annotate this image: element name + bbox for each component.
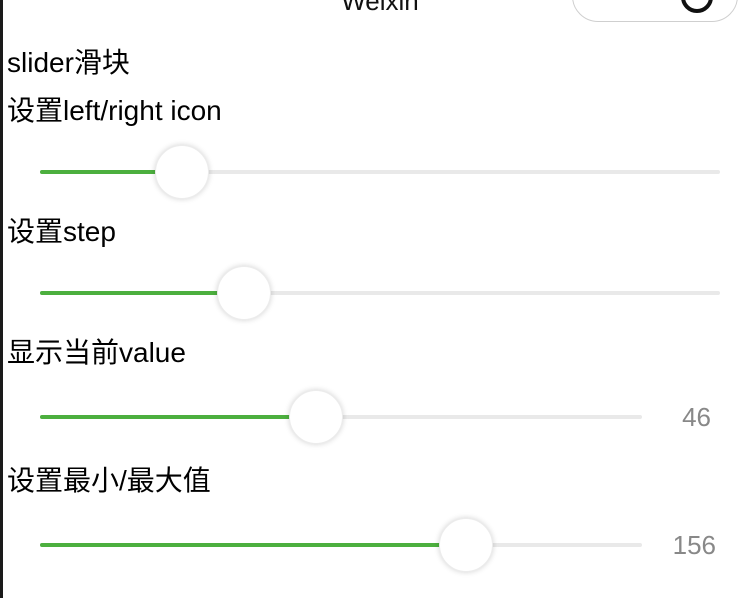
section-heading-show-value: 显示当前value bbox=[7, 337, 186, 368]
slider-thumb[interactable] bbox=[217, 266, 271, 320]
slider-fill bbox=[40, 291, 244, 295]
slider-show-value[interactable]: 46 bbox=[40, 389, 715, 445]
slider-thumb[interactable] bbox=[155, 145, 209, 199]
slider-value: 46 bbox=[682, 402, 711, 432]
slider-icons[interactable] bbox=[40, 144, 720, 200]
slider-track bbox=[40, 291, 720, 295]
slider-fill bbox=[40, 543, 467, 547]
nav-title: Weixin bbox=[341, 0, 419, 16]
record-circle-icon[interactable] bbox=[681, 0, 713, 13]
section-heading-min-max: 设置最小/最大值 bbox=[7, 465, 211, 496]
section-heading-step: 设置step bbox=[7, 216, 116, 247]
slider-fill bbox=[40, 415, 317, 419]
slider-track bbox=[40, 543, 642, 547]
menu-capsule[interactable] bbox=[572, 0, 738, 22]
slider-value: 156 bbox=[672, 530, 716, 560]
slider-min-max[interactable]: 156 bbox=[40, 517, 716, 573]
section-heading-icons: 设置left/right icon bbox=[7, 95, 222, 126]
slider-track bbox=[40, 170, 720, 174]
section-heading-slider: slider滑块 bbox=[7, 47, 130, 78]
window-edge bbox=[0, 0, 3, 598]
slider-step[interactable] bbox=[40, 265, 720, 321]
slider-thumb[interactable] bbox=[439, 518, 493, 572]
slider-thumb[interactable] bbox=[289, 390, 343, 444]
